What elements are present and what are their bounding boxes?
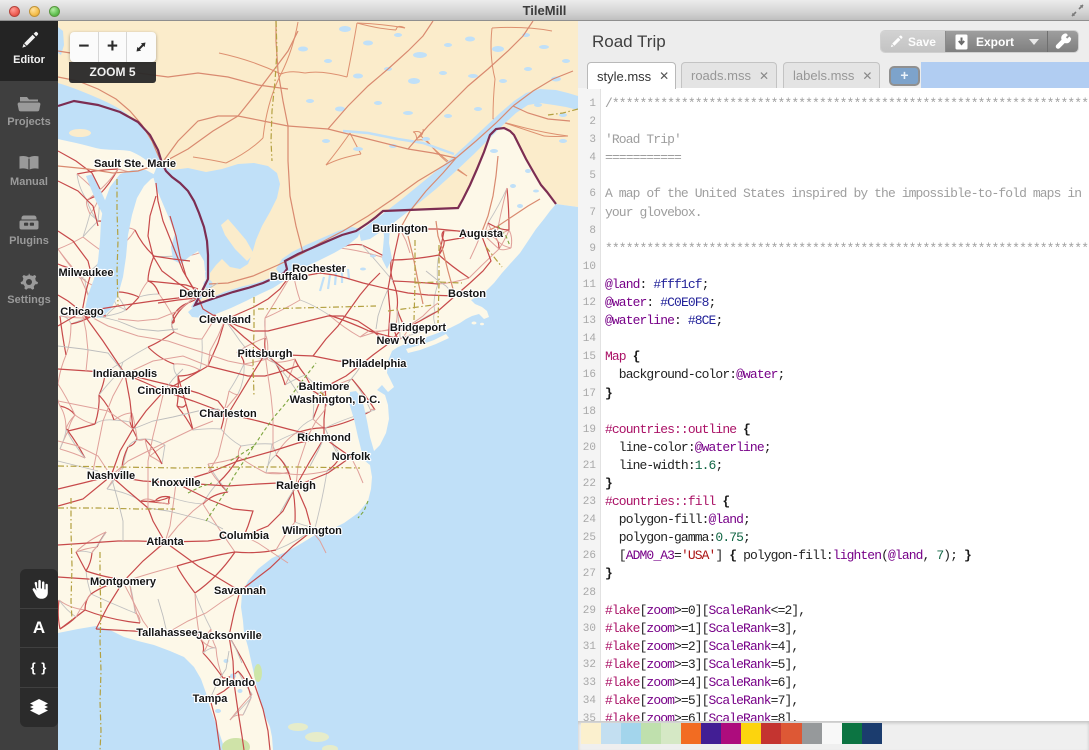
svg-text:Pittsburgh: Pittsburgh	[238, 348, 293, 360]
svg-text:Knoxville: Knoxville	[152, 477, 201, 489]
svg-text:Washington, D.C.: Washington, D.C.	[290, 394, 381, 406]
svg-text:Cincinnati: Cincinnati	[137, 385, 190, 397]
svg-text:Atlanta: Atlanta	[146, 536, 184, 548]
svg-text:Milwaukee: Milwaukee	[58, 267, 113, 279]
svg-text:Tallahassee: Tallahassee	[136, 627, 198, 639]
svg-text:Sault Ste. Marie: Sault Ste. Marie	[94, 158, 176, 170]
svg-text:Rochester: Rochester	[292, 263, 347, 275]
svg-text:Nashville: Nashville	[87, 470, 135, 482]
svg-text:Jacksonville: Jacksonville	[196, 630, 261, 642]
svg-text:Montgomery: Montgomery	[90, 576, 157, 588]
svg-text:Detroit: Detroit	[179, 288, 215, 300]
svg-text:Bridgeport: Bridgeport	[390, 322, 447, 334]
svg-text:Columbia: Columbia	[219, 530, 270, 542]
svg-text:Boston: Boston	[448, 288, 486, 300]
svg-text:Savannah: Savannah	[214, 585, 266, 597]
svg-text:Orlando: Orlando	[213, 677, 255, 689]
svg-text:Wilmington: Wilmington	[282, 525, 342, 537]
svg-text:Charleston: Charleston	[199, 408, 257, 420]
svg-text:Philadelphia: Philadelphia	[342, 358, 408, 370]
svg-text:Richmond: Richmond	[297, 432, 351, 444]
svg-text:Tampa: Tampa	[193, 693, 229, 705]
svg-text:Baltimore: Baltimore	[299, 381, 350, 393]
svg-text:Norfolk: Norfolk	[332, 451, 371, 463]
svg-text:Augusta: Augusta	[459, 228, 504, 240]
svg-text:Chicago: Chicago	[60, 306, 104, 318]
svg-text:New York: New York	[376, 335, 426, 347]
svg-text:Indianapolis: Indianapolis	[93, 368, 157, 380]
svg-text:Raleigh: Raleigh	[276, 480, 316, 492]
svg-text:Cleveland: Cleveland	[199, 314, 251, 326]
svg-text:Burlington: Burlington	[372, 223, 428, 235]
